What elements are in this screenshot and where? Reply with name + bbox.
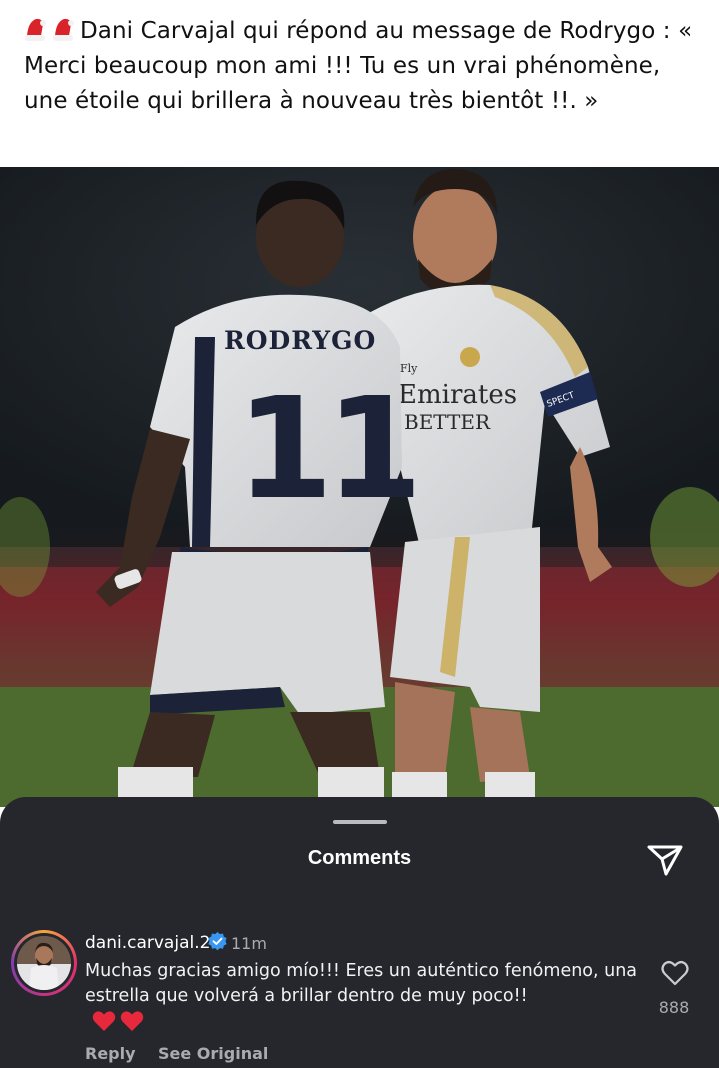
comment-emoji: [92, 1010, 148, 1034]
shirt-name: RODRYGO: [224, 326, 376, 355]
red-heart-icon: [92, 1010, 116, 1032]
comment-time: 11m: [231, 934, 267, 953]
comments-title: Comments: [307, 847, 412, 869]
comment-text: Muchas gracias amigo mío!!! Eres un auté…: [85, 961, 638, 1006]
red-heart-icon: [120, 1010, 144, 1032]
like-count: 888: [658, 998, 690, 1017]
paper-plane-icon[interactable]: [646, 842, 684, 878]
avatar-story-ring[interactable]: [11, 930, 77, 996]
sponsor-line3: BETTER: [404, 410, 491, 434]
comments-sheet: Comments dani.carvajal.2 11m Muchas grac…: [0, 797, 719, 1068]
reply-button[interactable]: Reply: [85, 1044, 136, 1063]
post-caption: Dani Carvajal qui répond au message de R…: [24, 14, 704, 119]
santa-hat-icon: [25, 18, 46, 41]
sheet-drag-handle[interactable]: [333, 820, 387, 824]
caption-text: Dani Carvajal qui répond au message de R…: [24, 18, 693, 114]
heart-outline-icon[interactable]: [661, 960, 689, 986]
verified-badge-icon: [208, 932, 227, 951]
shirt-number: 11: [236, 368, 415, 531]
comment-username[interactable]: dani.carvajal.2: [85, 933, 210, 953]
santa-hat-icon: [53, 18, 74, 41]
see-original-button[interactable]: See Original: [158, 1044, 268, 1063]
post-photo[interactable]: SPECT Fly Emirates BETTER RODRYGO 11: [0, 167, 719, 807]
players-celebration-image: SPECT Fly Emirates BETTER RODRYGO 11: [0, 167, 719, 807]
sponsor-line2: Emirates: [398, 380, 517, 410]
avatar: [17, 936, 71, 990]
